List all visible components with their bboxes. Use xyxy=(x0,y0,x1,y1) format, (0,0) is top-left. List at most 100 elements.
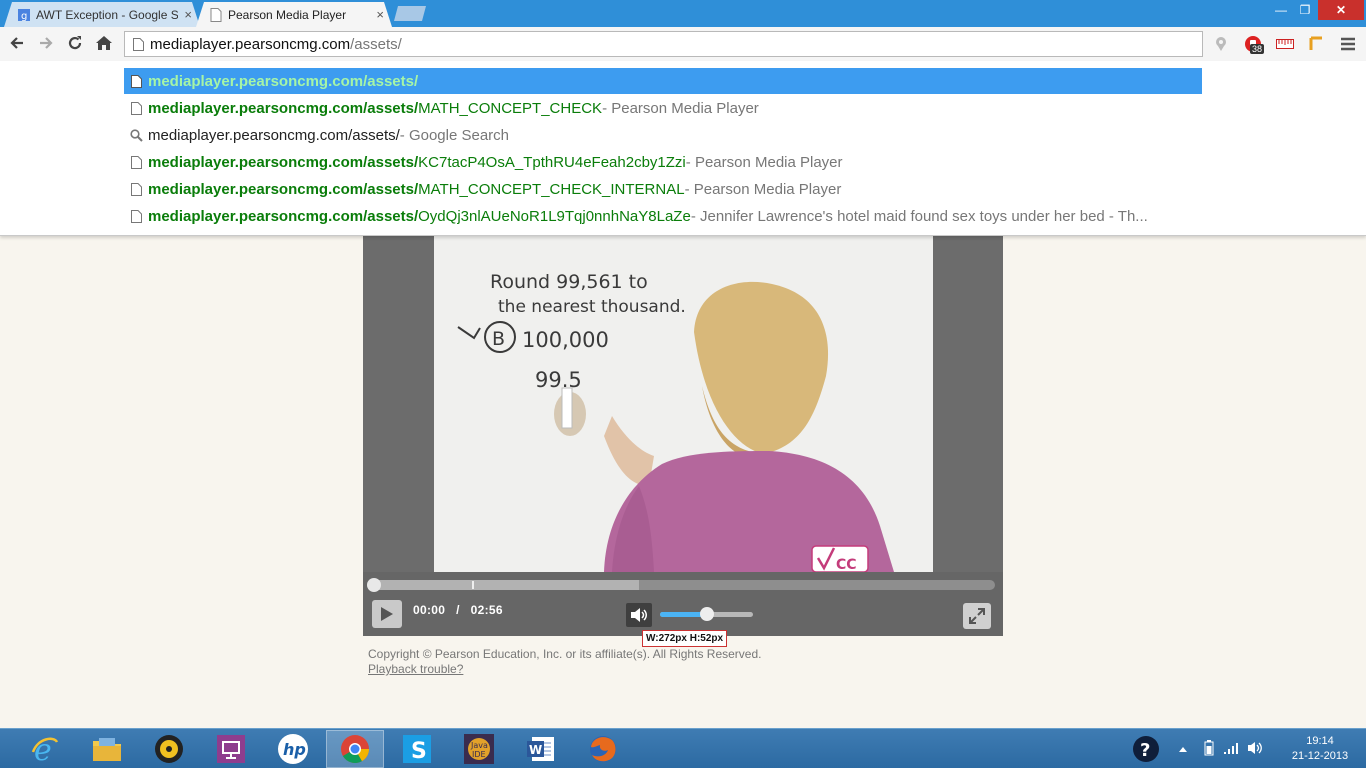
media-player-icon[interactable] xyxy=(140,730,198,768)
whiteboard-line-1: Round 99,561 to xyxy=(490,271,648,293)
address-bar[interactable]: mediaplayer.pearsoncmg.com/assets/ xyxy=(124,31,1203,57)
volume-tray-icon[interactable] xyxy=(1247,741,1265,758)
suggestion-url: mediaplayer.pearsoncmg.com/assets/ xyxy=(148,153,419,171)
video-frame[interactable]: Round 99,561 to the nearest thousand. B … xyxy=(434,236,933,572)
omnibox-suggestions: mediaplayer.pearsoncmg.com/assets/ media… xyxy=(0,61,1366,236)
forward-arrow-icon[interactable] xyxy=(35,32,57,54)
suggestion-url-rest: MATH_CONCEPT_CHECK xyxy=(418,99,603,117)
svg-text:IDE: IDE xyxy=(472,750,486,759)
ie-icon[interactable]: e xyxy=(16,730,74,768)
svg-text:hp: hp xyxy=(283,740,306,759)
suggestion-item[interactable]: mediaplayer.pearsoncmg.com/assets/ - Goo… xyxy=(124,122,1202,148)
url-host: mediaplayer.pearsoncmg.com xyxy=(150,35,351,53)
copyright-text: Copyright © Pearson Education, Inc. or i… xyxy=(368,647,762,661)
measure-extension-icon[interactable] xyxy=(1306,34,1326,54)
time-separator: / xyxy=(456,603,460,617)
svg-text:W: W xyxy=(529,743,542,757)
page-icon xyxy=(210,7,222,22)
word-icon[interactable]: W xyxy=(512,730,570,768)
network-signal-icon[interactable] xyxy=(1223,741,1241,758)
suggestion-item[interactable]: mediaplayer.pearsoncmg.com/assets/KC7tac… xyxy=(124,149,1202,175)
clock-time: 19:14 xyxy=(1306,735,1334,747)
play-icon xyxy=(381,607,393,621)
clock-date: 21-12-2013 xyxy=(1291,750,1349,762)
suggestion-title: - Pearson Media Player xyxy=(685,153,843,171)
connect-icon[interactable] xyxy=(202,730,260,768)
whiteboard-choice-value: 100,000 xyxy=(522,328,609,352)
search-icon xyxy=(129,128,143,142)
file-explorer-icon[interactable] xyxy=(78,730,136,768)
tab-awt-exception[interactable]: g AWT Exception - Google S × xyxy=(4,2,200,27)
page-icon xyxy=(130,209,142,223)
java-ee-ide-icon[interactable]: Java IDE xyxy=(450,730,508,768)
menu-icon[interactable] xyxy=(1338,34,1358,54)
google-icon: g xyxy=(18,8,30,22)
whiteboard-scratch: 99.5 xyxy=(535,368,582,392)
suggestion-title: - Pearson Media Player xyxy=(602,99,759,117)
reload-icon[interactable] xyxy=(64,32,86,54)
suggestion-url-rest: MATH_CONCEPT_CHECK_INTERNAL xyxy=(418,180,685,198)
suggestion-query: mediaplayer.pearsoncmg.com/assets/ xyxy=(148,126,400,144)
maximize-button[interactable]: ❐ xyxy=(1294,0,1316,20)
tab-label: Pearson Media Player xyxy=(228,7,347,22)
skype-icon[interactable]: S xyxy=(388,730,446,768)
suggestion-item[interactable]: mediaplayer.pearsoncmg.com/assets/ xyxy=(124,68,1202,94)
buffered-bar xyxy=(371,580,639,590)
fullscreen-button[interactable] xyxy=(963,603,991,629)
hp-icon[interactable]: hp xyxy=(264,730,322,768)
suggestion-url: mediaplayer.pearsoncmg.com/assets/ xyxy=(148,99,419,117)
extension-badge: 38 xyxy=(1250,44,1265,54)
taskbar-clock[interactable]: 19:14 21-12-2013 xyxy=(1282,734,1358,764)
playback-trouble-link[interactable]: Playback trouble? xyxy=(368,662,463,676)
close-tab-icon[interactable]: × xyxy=(184,7,192,22)
progress-knob[interactable] xyxy=(367,578,381,592)
tab-label: AWT Exception - Google S xyxy=(36,7,179,22)
fullscreen-icon xyxy=(969,608,985,624)
page-icon xyxy=(133,37,144,51)
url-path: /assets/ xyxy=(350,35,402,53)
duration: 02:56 xyxy=(470,603,503,617)
suggestion-item[interactable]: mediaplayer.pearsoncmg.com/assets/MATH_C… xyxy=(124,95,1202,121)
new-tab-button[interactable] xyxy=(394,6,426,21)
suggestion-url-rest: KC7tacP4OsA_TpthRU4eFeah2cby1Zzi xyxy=(418,153,686,171)
suggestion-url: mediaplayer.pearsoncmg.com/assets/ xyxy=(148,180,419,198)
back-arrow-icon[interactable] xyxy=(6,32,28,54)
svg-text:S: S xyxy=(411,739,427,764)
volume-knob[interactable] xyxy=(700,607,714,621)
measure-tooltip: W:272px H:52px xyxy=(642,630,728,647)
help-icon[interactable]: ? xyxy=(1132,735,1160,766)
suggestion-title: - Jennifer Lawrence's hotel maid found s… xyxy=(690,207,1148,225)
home-icon[interactable] xyxy=(93,32,115,54)
video-still: Round 99,561 to the nearest thousand. B … xyxy=(434,236,933,572)
suggestion-url-rest: OydQj3nlAUeNoR1L9Tqj0nnhNaY8LaZe xyxy=(418,207,691,225)
suggestion-title: - Google Search xyxy=(399,126,510,144)
chrome-icon[interactable] xyxy=(326,730,384,768)
location-pin-icon[interactable] xyxy=(1211,34,1231,54)
chapter-marker xyxy=(472,581,474,589)
firefox-icon[interactable] xyxy=(574,730,632,768)
close-window-button[interactable]: ✕ xyxy=(1318,0,1364,20)
play-button[interactable] xyxy=(372,600,402,628)
player-controls: 00:00 / 02:56 xyxy=(363,572,1003,636)
whiteboard-choice-letter: B xyxy=(492,328,505,350)
close-tab-icon[interactable]: × xyxy=(376,7,384,22)
whiteboard-line-2: the nearest thousand. xyxy=(498,297,686,317)
windows-taskbar: e hp S Java IDE W ? 19:14 21-12-2013 xyxy=(0,728,1366,768)
suggestion-title: - Pearson Media Player xyxy=(684,180,842,198)
svg-text:g: g xyxy=(21,11,27,22)
cc-logo-text: CC xyxy=(836,557,857,572)
page-icon xyxy=(130,74,142,88)
show-hidden-icons-icon[interactable] xyxy=(1178,742,1188,756)
title-bar: g AWT Exception - Google S × Pearson Med… xyxy=(0,0,1366,27)
svg-text:Java: Java xyxy=(470,741,488,750)
minimize-button[interactable]: — xyxy=(1268,0,1294,20)
suggestion-url: mediaplayer.pearsoncmg.com/assets/ xyxy=(148,72,419,90)
page-icon xyxy=(130,101,142,115)
ruler-extension-icon[interactable] xyxy=(1275,34,1295,54)
suggestion-item[interactable]: mediaplayer.pearsoncmg.com/assets/OydQj3… xyxy=(124,203,1202,229)
tab-pearson-media-player[interactable]: Pearson Media Player × xyxy=(196,2,392,27)
volume-button[interactable] xyxy=(626,603,652,627)
page-icon xyxy=(130,182,142,196)
suggestion-item[interactable]: mediaplayer.pearsoncmg.com/assets/MATH_C… xyxy=(124,176,1202,202)
battery-icon[interactable] xyxy=(1204,740,1214,759)
